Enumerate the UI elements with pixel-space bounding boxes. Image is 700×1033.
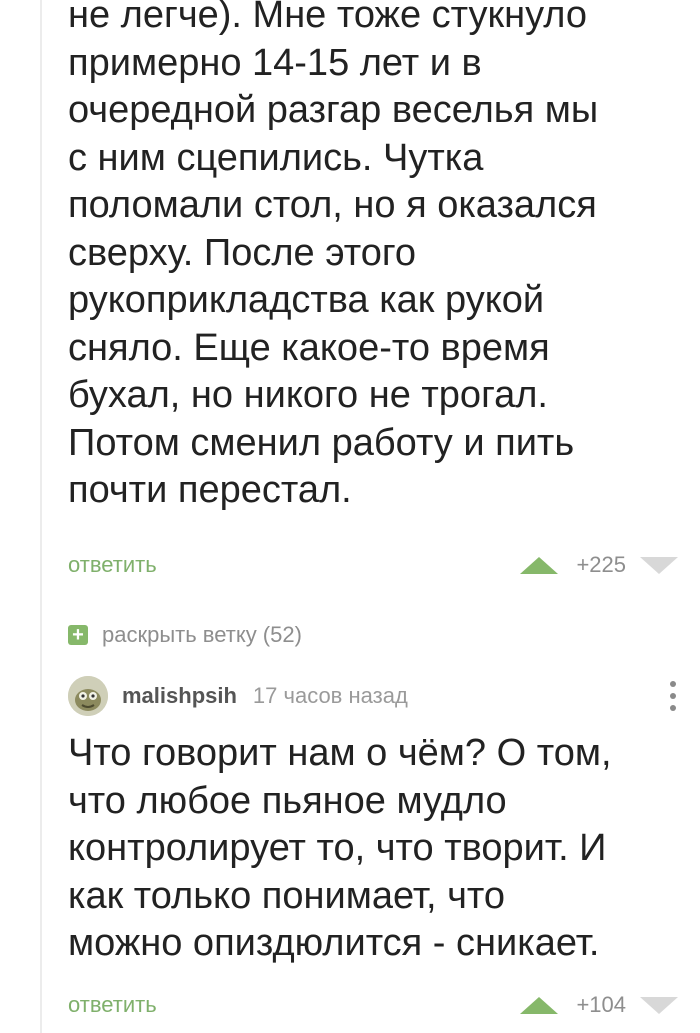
upvote-icon[interactable] [520,996,559,1014]
comment-text: Что говорит нам о чём? О том, что любое … [68,732,612,964]
downvote-icon[interactable] [640,996,678,1014]
vote-controls: +104 [520,992,678,1018]
avatar[interactable] [68,676,108,716]
comment-text: не легче). Мне тоже стукнуло примерно 14… [68,0,599,511]
reply-button[interactable]: ответить [68,552,157,578]
plus-icon: + [68,625,88,645]
upvote-icon[interactable] [520,556,559,574]
reply-button[interactable]: ответить [68,992,157,1018]
comment-time[interactable]: 17 часов назад [253,683,408,709]
author-name[interactable]: malishpsih [122,683,237,709]
more-options-icon[interactable] [668,681,678,711]
thread-line [40,0,42,1033]
downvote-icon[interactable] [640,556,678,574]
comment-header: malishpsih 17 часов назад [68,674,678,718]
comment-actions: ответить +104 [68,988,678,1022]
expand-thread-label: раскрыть ветку (52) [102,622,302,647]
rating-count: +225 [576,552,626,577]
rating-count: +104 [576,992,626,1017]
vote-controls: +225 [520,552,678,578]
comment-actions: ответить +225 [68,548,678,582]
expand-thread-button[interactable]: + раскрыть ветку (52) [68,620,302,650]
